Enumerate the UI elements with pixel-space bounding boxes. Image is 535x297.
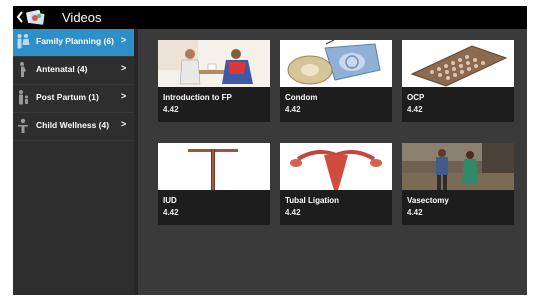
app-logo-icon[interactable] [25, 8, 46, 27]
sidebar-item-family-planning[interactable]: Family Planning (6) > [13, 29, 134, 57]
video-title: Condom [285, 93, 318, 102]
chevron-right-icon: > [121, 35, 127, 45]
video-title: Tubal Ligation [285, 196, 340, 205]
pill-pack-illustration [402, 40, 514, 87]
sidebar-item-antenatal[interactable]: Antenatal (4) > [13, 57, 134, 85]
action-bar: Videos [13, 6, 527, 29]
video-title: Introduction to FP [163, 93, 232, 102]
family-icon [17, 34, 30, 49]
sidebar-item-label: Post Partum (1) [36, 92, 99, 102]
video-card-tubal-ligation[interactable]: Tubal Ligation 4.42 [280, 143, 392, 225]
video-card-condom[interactable]: Condom 4.42 [280, 40, 392, 122]
video-card-ocp[interactable]: OCP 4.42 [402, 40, 514, 122]
video-duration: 4.42 [285, 208, 301, 217]
uterus-illustration [280, 143, 392, 190]
chevron-right-icon: > [121, 63, 127, 73]
sidebar-item-child-wellness[interactable]: Child Wellness (4) > [13, 113, 134, 141]
chevron-right-icon: > [121, 91, 127, 101]
category-sidebar: Family Planning (6) > Antenatal (4) > Po… [13, 29, 134, 295]
iud-illustration [158, 143, 270, 190]
pregnant-woman-icon [20, 62, 26, 77]
page-title: Videos [62, 10, 102, 25]
video-grid: Introduction to FP 4.42 Condom 4.42 OCP … [138, 29, 527, 295]
video-duration: 4.42 [285, 105, 301, 114]
video-duration: 4.42 [163, 208, 179, 217]
video-title: Vasectomy [407, 196, 449, 205]
sidebar-item-post-partum[interactable]: Post Partum (1) > [13, 85, 134, 113]
couple-photo [402, 143, 514, 190]
sidebar-item-label: Child Wellness (4) [36, 120, 110, 130]
condom-illustration [280, 40, 392, 87]
video-title: IUD [163, 196, 177, 205]
mother-child-icon [19, 90, 28, 105]
video-duration: 4.42 [163, 105, 179, 114]
sidebar-item-label: Antenatal (4) [36, 64, 88, 74]
video-duration: 4.42 [407, 105, 423, 114]
video-duration: 4.42 [407, 208, 423, 217]
child-icon [18, 118, 28, 133]
video-card-iud[interactable]: IUD 4.42 [158, 143, 270, 225]
video-card-introduction-to-fp[interactable]: Introduction to FP 4.42 [158, 40, 270, 122]
sidebar-item-label: Family Planning (6) [36, 36, 114, 46]
app-window: Videos Family Planning (6) > Antenatal (… [13, 6, 527, 295]
video-title: OCP [407, 93, 425, 102]
counseling-illustration [158, 40, 270, 87]
video-card-vasectomy[interactable]: Vasectomy 4.42 [402, 143, 514, 225]
chevron-left-icon [16, 11, 23, 23]
chevron-right-icon: > [121, 119, 127, 129]
back-button[interactable] [15, 9, 25, 25]
